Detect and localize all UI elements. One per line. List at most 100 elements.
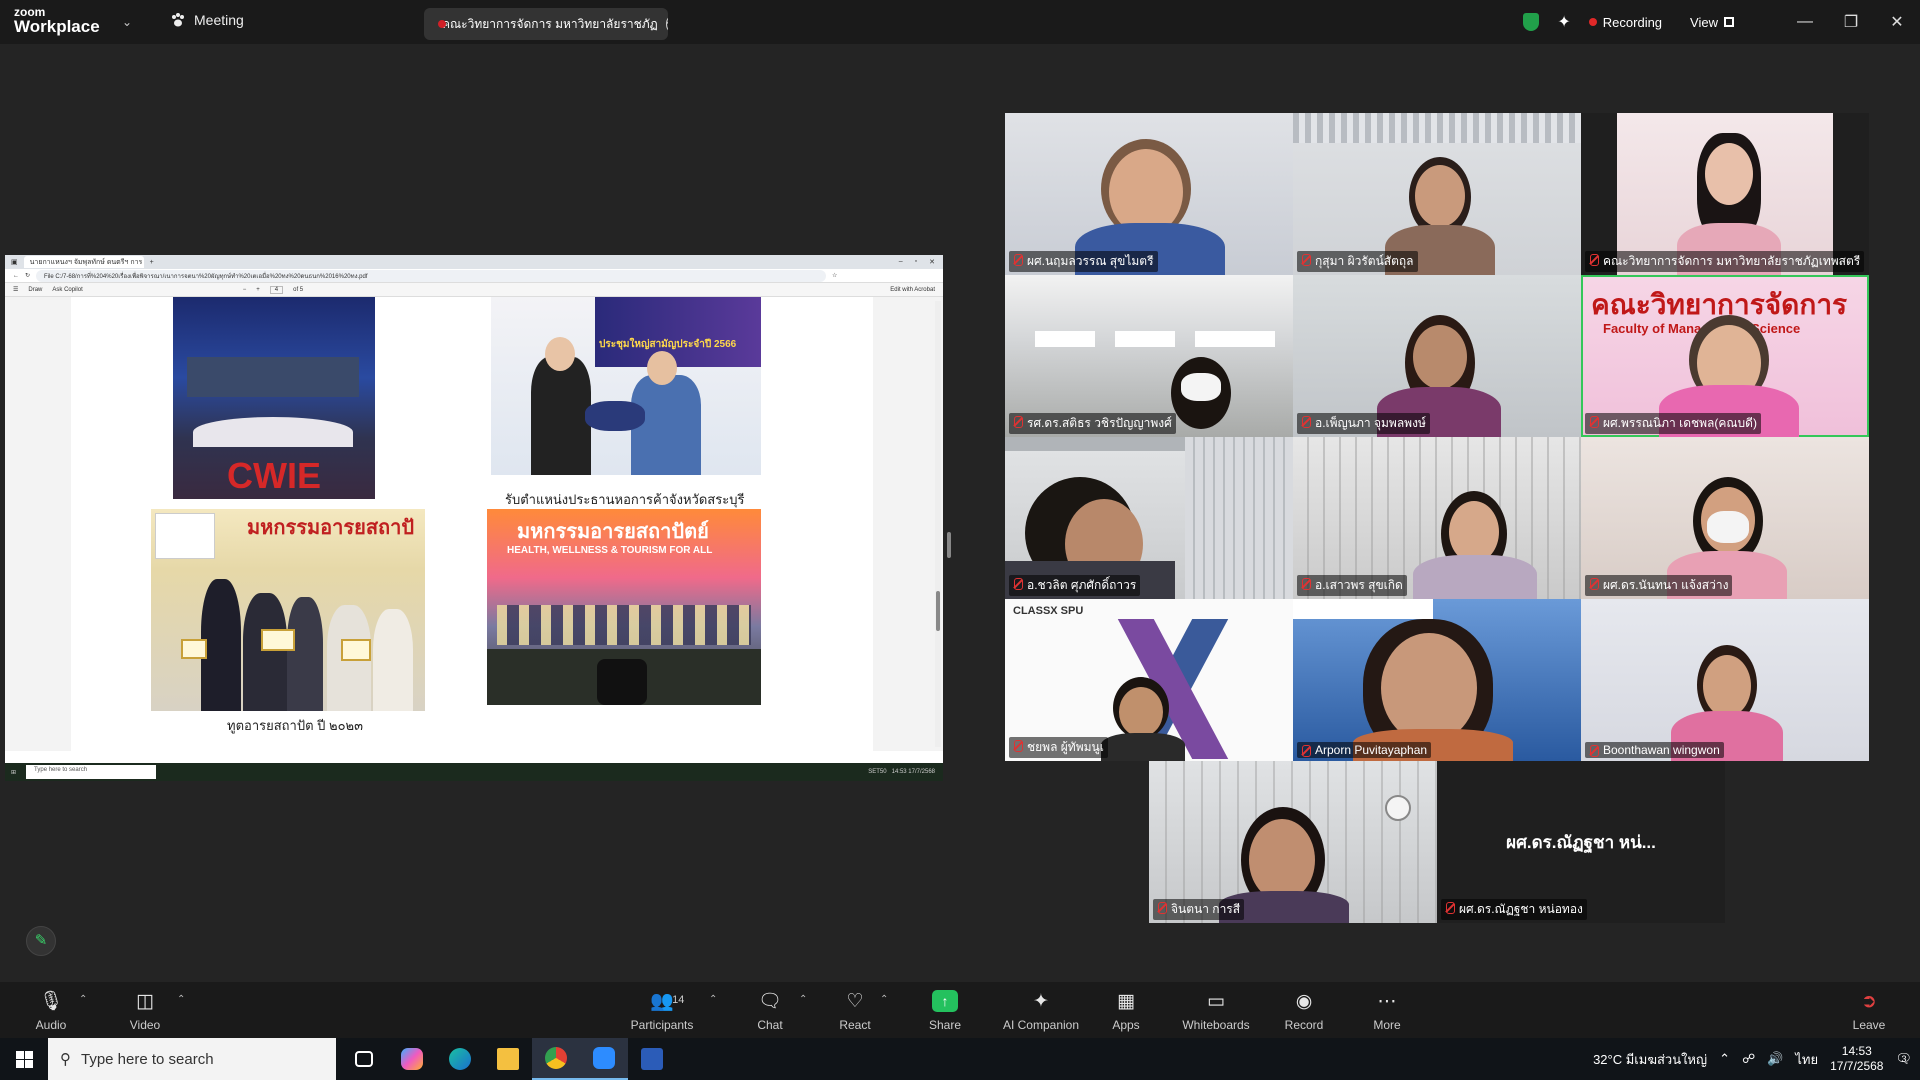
participant-tile[interactable]: ผศ.ดร.นันทนา แจ้งสว่าง xyxy=(1581,437,1869,599)
windows-taskbar: ⚲ Type here to search 32°C มีเมฆส่วนใหญ่… xyxy=(0,1038,1920,1080)
notification-icon[interactable]: 🗨 3 xyxy=(1895,1051,1912,1067)
shared-stock: SET50 xyxy=(868,769,887,775)
record-label: Record xyxy=(1284,1018,1324,1032)
ai-companion-button[interactable]: ✦ AI Companion xyxy=(994,990,1088,1032)
participant-tile[interactable]: ผศ.นฤมลวรรณ สุขไมตรี xyxy=(1005,113,1293,275)
close-button[interactable]: ✕ xyxy=(1874,12,1920,32)
taskbar-clock[interactable]: 14:53 17/7/2568 xyxy=(1830,1044,1883,1074)
expo-text: มหกรรมอารยสถาปั xyxy=(247,517,415,539)
word-icon[interactable] xyxy=(628,1038,676,1080)
video-button[interactable]: ◫ Video xyxy=(108,990,182,1032)
annotate-pencil-icon[interactable]: ✎ xyxy=(26,926,56,956)
participant-tile[interactable]: อ.เสาวพร สุขเกิด xyxy=(1293,437,1581,599)
whiteboards-button[interactable]: ▭ Whiteboards xyxy=(1174,990,1258,1032)
shared-start-icon: ⊞ xyxy=(11,769,17,776)
copilot-button[interactable]: Ask Copilot xyxy=(52,287,82,293)
system-tray: 32°C มีเมฆส่วนใหญ่ ⌃ ☍ 🔊 ไทย 14:53 17/7/… xyxy=(1593,1044,1920,1074)
record-button[interactable]: ◉ Record xyxy=(1267,990,1341,1032)
url-field[interactable]: File C:/7-68/การที่%204%20เรื่องเพื่อพิจ… xyxy=(36,269,827,282)
browser-minimize-icon[interactable]: – xyxy=(899,258,903,266)
photo-chamber-handover: ประชุมใหญ่สามัญประจำปี 2566 xyxy=(491,297,761,475)
video-options-caret-icon[interactable]: ⌃ xyxy=(177,994,185,1005)
chrome-icon[interactable] xyxy=(532,1038,580,1080)
leave-button[interactable]: ➲ Leave xyxy=(1834,990,1904,1032)
participant-tile[interactable]: รศ.ดร.สติธร วชิรปัญญาพงศ์ xyxy=(1005,275,1293,437)
audio-options-caret-icon[interactable]: ⌃ xyxy=(79,994,87,1005)
participant-tile[interactable]: Boonthawan wingwon xyxy=(1581,599,1869,761)
participants-options-caret-icon[interactable]: ⌃ xyxy=(709,994,717,1005)
tray-overflow-icon[interactable]: ⌃ xyxy=(1719,1051,1730,1067)
language-indicator[interactable]: ไทย xyxy=(1795,1049,1818,1070)
task-view-icon[interactable] xyxy=(340,1038,388,1080)
recording-indicator[interactable]: Recording xyxy=(1588,15,1662,30)
more-button[interactable]: ⋯ More xyxy=(1350,990,1424,1032)
participant-tile[interactable]: อ.ชวลิต ศุภศักดิ์ถาวร xyxy=(1005,437,1293,599)
participant-tile[interactable]: CLASSX SPU ชยพล ผู้ทัพมนูเ xyxy=(1005,599,1293,761)
participant-tile[interactable]: Arporn Puvitayaphan xyxy=(1293,599,1581,761)
edit-acrobat-button[interactable]: Edit with Acrobat xyxy=(890,287,943,293)
scroll-thumb[interactable] xyxy=(936,591,940,631)
participant-tile[interactable]: กุสุมา ผิวรัตน์สัตถุล xyxy=(1293,113,1581,275)
new-tab-icon[interactable]: + xyxy=(150,259,154,266)
more-label: More xyxy=(1373,1018,1401,1032)
screen-share-tab[interactable]: คณะวิทยาการจัดการ มหาวิทยาลัยราชภัฏ ••• xyxy=(424,8,668,40)
video-camera-icon: ◫ xyxy=(136,991,154,1012)
browser-max-icon[interactable]: ▫ xyxy=(915,258,917,266)
shared-taskbar: ⊞ Type here to search SET50 14:53 17/7/2… xyxy=(5,763,943,781)
audio-button[interactable]: 🎙 Audio xyxy=(14,990,88,1032)
pdf-toolbar: ☰ Draw Ask Copilot − + 4 of 5 Edit with … xyxy=(5,283,943,297)
zoom-in-icon[interactable]: + xyxy=(256,287,260,293)
meeting-menu-button[interactable]: Meeting xyxy=(170,12,244,28)
participant-tile[interactable]: คณะวิทยาการจัดการ มหาวิทยาลัยราชภัฏเทพสต… xyxy=(1581,113,1869,275)
refresh-icon[interactable]: ↻ xyxy=(25,272,30,279)
react-options-caret-icon[interactable]: ⌃ xyxy=(880,994,888,1005)
back-icon[interactable]: ← xyxy=(13,273,19,279)
network-icon[interactable]: ☍ xyxy=(1742,1051,1755,1067)
contents-icon[interactable]: ☰ xyxy=(13,286,18,293)
view-label: View xyxy=(1690,14,1718,30)
chevron-down-icon[interactable]: ⌄ xyxy=(122,15,132,29)
participant-name: อ.เพ็ญนภา จุมพลพงษ์ xyxy=(1297,413,1430,434)
edge-icon[interactable] xyxy=(436,1038,484,1080)
zoom-out-icon[interactable]: − xyxy=(243,287,247,293)
star-icon[interactable]: ☆ xyxy=(832,272,837,279)
restore-button[interactable]: ❐ xyxy=(1828,12,1874,32)
participant-tile-active-speaker[interactable]: คณะวิทยาการจัดการ Faculty of Management … xyxy=(1581,275,1869,437)
browser-tab[interactable]: นายกาแหนงฯ จัมพุลทักษ์ ดนตรีฯ การ ดร. xyxy=(23,256,144,268)
taskbar-search[interactable]: ⚲ Type here to search xyxy=(48,1038,336,1080)
windows-start-icon[interactable] xyxy=(0,1038,48,1080)
weather-widget[interactable]: 32°C มีเมฆส่วนใหญ่ xyxy=(1593,1049,1707,1070)
shared-date: 17/7/2568 xyxy=(908,769,935,775)
file-explorer-icon[interactable] xyxy=(484,1038,532,1080)
chat-options-caret-icon[interactable]: ⌃ xyxy=(799,994,807,1005)
record-dot-icon xyxy=(1588,18,1597,26)
more-options-icon[interactable]: ••• xyxy=(665,16,668,32)
copilot-icon[interactable] xyxy=(388,1038,436,1080)
participants-label: Participants xyxy=(630,1018,694,1032)
minimize-button[interactable]: — xyxy=(1782,13,1828,31)
participant-name: ผศ.นฤมลวรรณ สุขไมตรี xyxy=(1009,251,1158,272)
participant-tile[interactable]: จินตนา การสี xyxy=(1149,761,1437,923)
apps-button[interactable]: ▦ Apps xyxy=(1089,990,1163,1032)
browser-menu-icon[interactable]: ▣ xyxy=(11,258,18,266)
share-button[interactable]: ↑ Share xyxy=(908,990,982,1032)
participant-name: รศ.ดร.สติธร วชิรปัญญาพงศ์ xyxy=(1009,413,1176,434)
split-resize-handle[interactable] xyxy=(947,532,951,558)
participant-tile[interactable]: อ.เพ็ญนภา จุมพลพงษ์ xyxy=(1293,275,1581,437)
participant-name: อ.ชวลิต ศุภศักดิ์ถาวร xyxy=(1009,575,1141,596)
ai-sparkle-icon: ✦ xyxy=(1033,991,1049,1012)
browser-close-icon[interactable]: ✕ xyxy=(929,258,935,266)
zoom-app-icon[interactable] xyxy=(580,1038,628,1080)
view-button[interactable]: View xyxy=(1690,15,1734,30)
pdf-scrollbar[interactable] xyxy=(935,301,941,747)
security-shield-icon[interactable] xyxy=(1523,13,1540,31)
draw-tool[interactable]: Draw xyxy=(28,287,42,293)
volume-icon[interactable]: 🔊 xyxy=(1767,1051,1783,1067)
ai-companion-label: AI Companion xyxy=(1002,1018,1080,1032)
ai-sparkle-icon[interactable]: ✦ xyxy=(1557,12,1570,32)
chat-button[interactable]: 🗨 Chat xyxy=(733,990,807,1032)
page-number-field[interactable]: 4 xyxy=(269,285,284,294)
search-placeholder: Type here to search xyxy=(81,1050,214,1068)
participant-tile-video-off[interactable]: ผศ.ดร.ณัฏฐชา หน่... ผศ.ดร.ณัฏฐชา หน่อทอง xyxy=(1437,761,1725,923)
participants-button[interactable]: 👥 14 Participants xyxy=(624,990,700,1032)
